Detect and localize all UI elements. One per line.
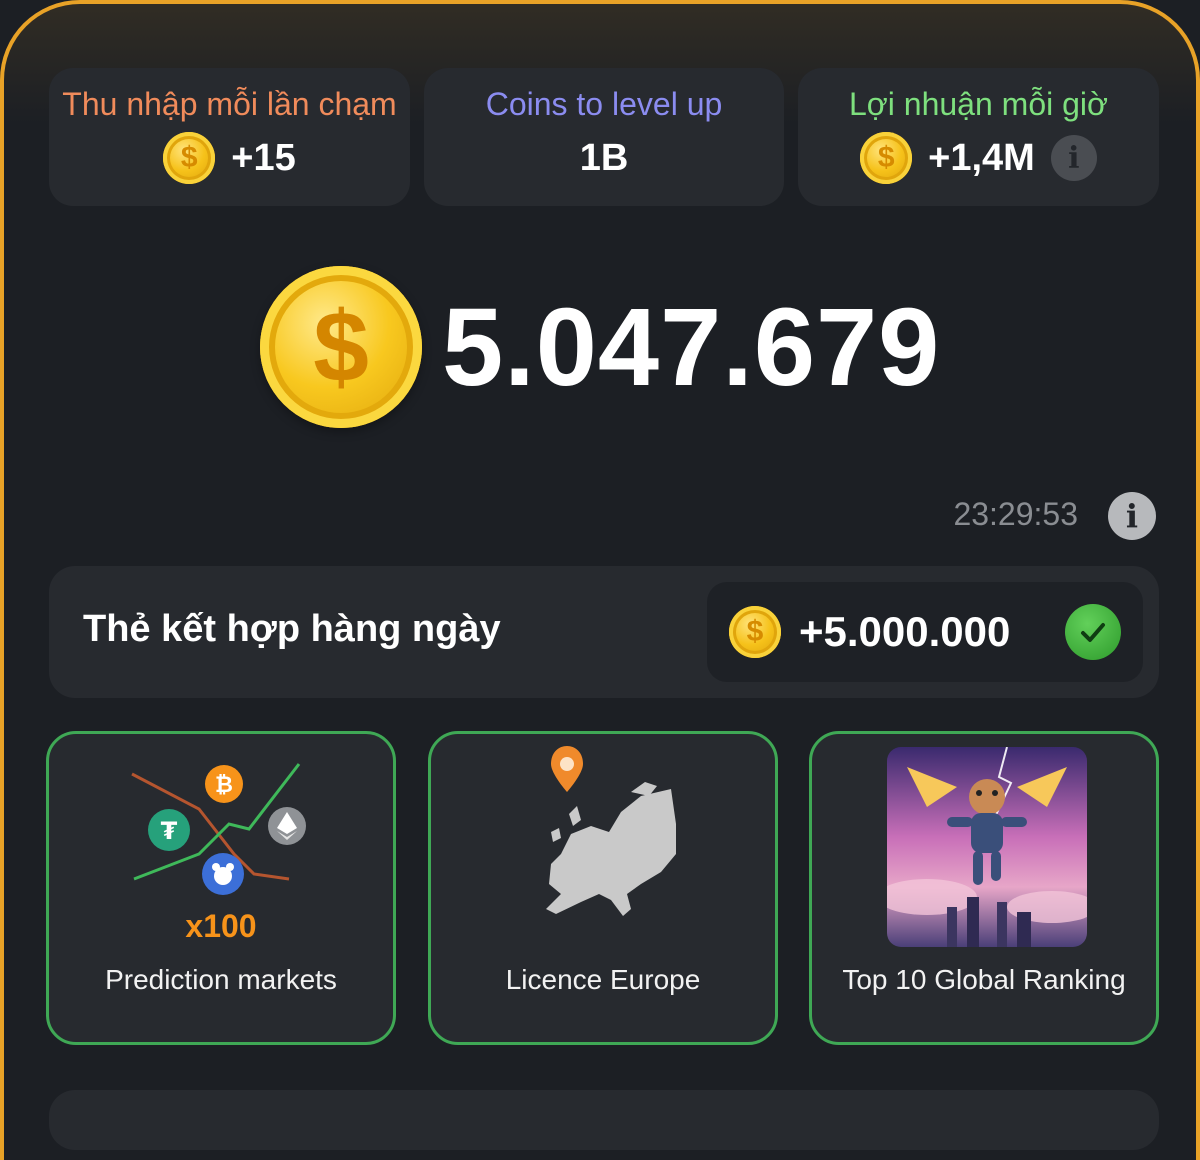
card-prediction-markets[interactable]: ₿ ₮ x100 Prediction markets (46, 731, 396, 1045)
check-icon (1065, 604, 1121, 660)
svg-text:₿: ₿ (215, 773, 233, 798)
coin-icon: $ (163, 132, 216, 184)
europe-map-icon (546, 746, 676, 916)
card-label: Prediction markets (105, 964, 337, 995)
info-icon[interactable]: i (1108, 492, 1156, 540)
balance-value: 5.047.679 (442, 285, 941, 409)
coins-to-level-up-label: Coins to level up (485, 86, 723, 122)
card-top-10-global-ranking[interactable]: Top 10 Global Ranking (809, 731, 1159, 1045)
daily-combo-reward: $ +5.000.000 (707, 582, 1143, 682)
next-section (49, 1090, 1159, 1150)
earn-per-tap-label: Thu nhập mỗi lần chạm (62, 86, 397, 122)
main-panel: Thu nhập mỗi lần chạm $ +15 Coins to lev… (0, 0, 1200, 1160)
svg-text:₮: ₮ (161, 817, 178, 845)
earn-per-tap-card[interactable]: Thu nhập mỗi lần chạm $ +15 (49, 68, 410, 206)
coins-to-level-up-value: 1B (579, 136, 629, 179)
daily-combo-amount: +5.000.000 (799, 608, 1011, 655)
coin-icon: $ (729, 606, 781, 658)
coin-icon: $ (260, 266, 422, 428)
countdown-timer: 23:29:53 (953, 496, 1078, 532)
profit-per-hour-value: +1,4M (928, 136, 1035, 179)
coin-icon: $ (860, 132, 913, 184)
multiplier-badge: x100 (185, 908, 257, 944)
earn-per-tap-value: +15 (231, 136, 296, 179)
daily-combo-title: Thẻ kết hợp hàng ngày (83, 608, 501, 650)
daily-combo[interactable]: Thẻ kết hợp hàng ngày $ +5.000.000 (49, 566, 1159, 698)
coins-to-level-up-card[interactable]: Coins to level up 1B (424, 68, 784, 206)
profit-per-hour-card[interactable]: Lợi nhuận mỗi giờ $ +1,4M i (798, 68, 1159, 206)
card-label: Top 10 Global Ranking (842, 964, 1126, 995)
card-label: Licence Europe (505, 964, 701, 995)
balance: $ 5.047.679 (260, 266, 940, 428)
card-licence-europe[interactable]: Licence Europe (428, 731, 778, 1045)
info-icon[interactable]: i (1050, 135, 1097, 181)
hamster-astronaut-image (887, 747, 1087, 947)
profit-per-hour-label: Lợi nhuận mỗi giờ (849, 86, 1108, 122)
